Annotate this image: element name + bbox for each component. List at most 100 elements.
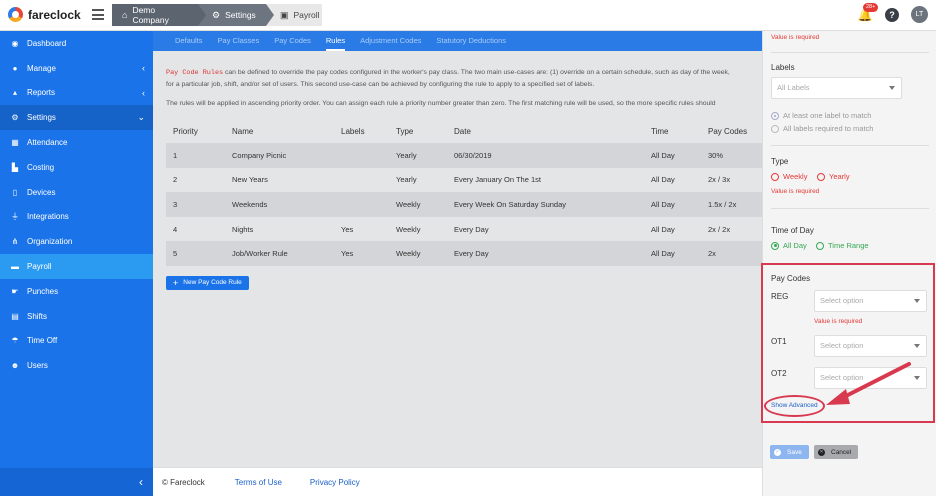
labels-select[interactable]: All Labels bbox=[771, 77, 902, 99]
header-actions: 🔔 28+ ? LT bbox=[857, 2, 928, 23]
avatar[interactable]: LT bbox=[911, 6, 928, 23]
breadcrumb-settings[interactable]: ⚙ Settings bbox=[198, 4, 274, 26]
time-of-day-title: Time of Day bbox=[771, 226, 814, 235]
breadcrumb-payroll[interactable]: ▣ Payroll bbox=[266, 4, 322, 26]
cell-labels bbox=[334, 143, 389, 168]
chevron-left-icon: ‹ bbox=[142, 63, 145, 74]
cell-type: Weekly bbox=[389, 216, 447, 242]
gear-icon: ⚙ bbox=[212, 9, 221, 20]
beach-icon: ☂ bbox=[11, 336, 19, 346]
table-row[interactable]: 1 Company Picnic Yearly 06/30/2019 All D… bbox=[166, 143, 762, 168]
cell-priority: 2 bbox=[166, 167, 225, 193]
table-row[interactable]: 4 Nights Yes Weekly Every Day All Day 2x… bbox=[166, 216, 762, 242]
sidebar-item-reports[interactable]: ▴ Reports ‹ bbox=[0, 81, 153, 106]
col-pay-codes[interactable]: Pay Codes bbox=[701, 119, 762, 143]
cell-pay-codes: 30% bbox=[701, 143, 762, 168]
costing-icon: ▙ bbox=[11, 162, 19, 172]
sidebar-item-attendance[interactable]: ▦ Attendance bbox=[0, 130, 153, 155]
payroll-icon: ▬ bbox=[11, 262, 19, 272]
payroll-icon: ▣ bbox=[280, 9, 289, 20]
cell-name: Company Picnic bbox=[225, 143, 334, 168]
type-yearly-option[interactable]: Yearly bbox=[817, 172, 850, 181]
user-icon: ● bbox=[12, 63, 18, 73]
tod-all-day-option[interactable]: All Day bbox=[771, 241, 807, 250]
table-row[interactable]: 3 Weekends Weekly Every Week On Saturday… bbox=[166, 192, 762, 217]
tod-all-day-radio[interactable] bbox=[771, 241, 779, 250]
tab-adjustment-codes[interactable]: Adjustment Codes bbox=[360, 31, 421, 51]
table-header-row: Priority Name Labels Type Date Time Pay … bbox=[166, 119, 762, 143]
intro-paragraph: Pay Code Rules can be defined to overrid… bbox=[166, 69, 730, 77]
col-priority[interactable]: Priority bbox=[166, 119, 225, 143]
cancel-button[interactable]: ✕ Cancel bbox=[814, 445, 858, 459]
sidebar-item-integrations[interactable]: ⏚ Integrations bbox=[0, 205, 153, 230]
sidebar-item-settings[interactable]: ⚙ Settings ⌄ bbox=[0, 105, 153, 131]
sidebar-item-dashboard[interactable]: ◉ Dashboard bbox=[0, 31, 153, 56]
ot1-label: OT1 bbox=[771, 337, 787, 346]
help-button[interactable]: ? bbox=[885, 7, 899, 22]
sidebar-item-manage[interactable]: ● Manage ‹ bbox=[0, 56, 153, 81]
sidebar-item-costing[interactable]: ▙ Costing bbox=[0, 155, 153, 180]
terms-link[interactable]: Terms of Use bbox=[235, 478, 282, 487]
tod-range-option[interactable]: Time Range bbox=[816, 241, 869, 250]
tab-statutory-deductions[interactable]: Statutory Deductions bbox=[436, 31, 506, 51]
cell-type: Yearly bbox=[389, 143, 447, 168]
tab-pay-codes[interactable]: Pay Codes bbox=[274, 31, 311, 51]
table-row[interactable]: 5 Job/Worker Rule Yes Weekly Every Day A… bbox=[166, 241, 762, 266]
ot1-select[interactable]: Select option bbox=[814, 335, 927, 357]
match-all-radio[interactable] bbox=[771, 124, 779, 133]
table-row[interactable]: 2 New Years Yearly Every January On The … bbox=[166, 167, 762, 193]
caret-down-icon bbox=[889, 86, 895, 90]
tab-defaults[interactable]: Defaults bbox=[175, 31, 203, 51]
rules-table: Priority Name Labels Type Date Time Pay … bbox=[166, 119, 762, 266]
plug-icon: ⏚ bbox=[11, 212, 19, 222]
cell-time: All Day bbox=[644, 241, 701, 266]
priority-paragraph: The rules will be applied in ascending p… bbox=[166, 100, 716, 107]
tab-rules[interactable]: Rules bbox=[325, 31, 346, 51]
cell-date: Every Week On Saturday Sunday bbox=[447, 192, 644, 217]
type-weekly-option[interactable]: Weekly bbox=[771, 172, 807, 181]
sidebar-item-users[interactable]: ☻ Users bbox=[0, 353, 153, 378]
breadcrumb-company[interactable]: ⌂ Demo Company bbox=[112, 4, 206, 26]
chevron-down-icon: ⌄ bbox=[137, 112, 145, 123]
cell-pay-codes: 2x bbox=[701, 241, 762, 266]
match-any-radio[interactable] bbox=[771, 111, 779, 120]
sidebar-item-shifts[interactable]: ▤ Shifts bbox=[0, 304, 153, 329]
cell-date: Every January On The 1st bbox=[447, 167, 644, 193]
sidebar-item-organization[interactable]: ⋔ Organization bbox=[0, 229, 153, 254]
reg-required-error: Value is required bbox=[814, 318, 863, 325]
pay-code-rules-term: Pay Code Rules bbox=[166, 69, 224, 77]
sidebar-item-devices[interactable]: ▯ Devices bbox=[0, 180, 153, 205]
sidebar-item-payroll[interactable]: ▬ Payroll bbox=[0, 254, 153, 279]
cell-labels: Yes bbox=[334, 216, 389, 242]
cell-priority: 3 bbox=[166, 192, 225, 217]
menu-toggle-icon[interactable] bbox=[92, 9, 104, 20]
show-advanced-link[interactable]: Show Advanced bbox=[771, 402, 818, 409]
cell-pay-codes: 1.5x / 2x bbox=[701, 192, 762, 217]
match-all-option[interactable]: All labels required to match bbox=[771, 124, 873, 133]
col-date[interactable]: Date bbox=[447, 119, 644, 143]
match-any-option[interactable]: At least one label to match bbox=[771, 111, 871, 120]
tab-pay-classes[interactable]: Pay Classes bbox=[218, 31, 260, 51]
col-name[interactable]: Name bbox=[225, 119, 334, 143]
col-type[interactable]: Type bbox=[389, 119, 447, 143]
main-content: Defaults Pay Classes Pay Codes Rules Adj… bbox=[153, 31, 762, 467]
close-icon: ✕ bbox=[818, 448, 825, 456]
save-button[interactable]: ✓ Save bbox=[770, 445, 809, 459]
sidebar-item-time-off[interactable]: ☂ Time Off bbox=[0, 329, 153, 354]
privacy-link[interactable]: Privacy Policy bbox=[310, 478, 360, 487]
cell-time: All Day bbox=[644, 167, 701, 193]
sidebar-collapse-button[interactable]: ‹ bbox=[0, 468, 153, 496]
tod-range-radio[interactable] bbox=[816, 241, 824, 250]
ot2-select[interactable]: Select option bbox=[814, 367, 927, 389]
reg-select[interactable]: Select option bbox=[814, 290, 927, 312]
payroll-tabs: Defaults Pay Classes Pay Codes Rules Adj… bbox=[153, 31, 762, 51]
cell-type: Weekly bbox=[389, 192, 447, 217]
type-yearly-radio[interactable] bbox=[817, 172, 825, 181]
col-labels[interactable]: Labels bbox=[334, 119, 389, 143]
new-pay-code-rule-button[interactable]: + New Pay Code Rule bbox=[166, 275, 249, 290]
type-weekly-radio[interactable] bbox=[771, 172, 779, 181]
col-time[interactable]: Time bbox=[644, 119, 701, 143]
sidebar-item-punches[interactable]: ☛ Punches bbox=[0, 279, 153, 304]
notifications-button[interactable]: 🔔 28+ bbox=[857, 2, 879, 23]
app-logo[interactable]: fareclock bbox=[8, 7, 81, 22]
